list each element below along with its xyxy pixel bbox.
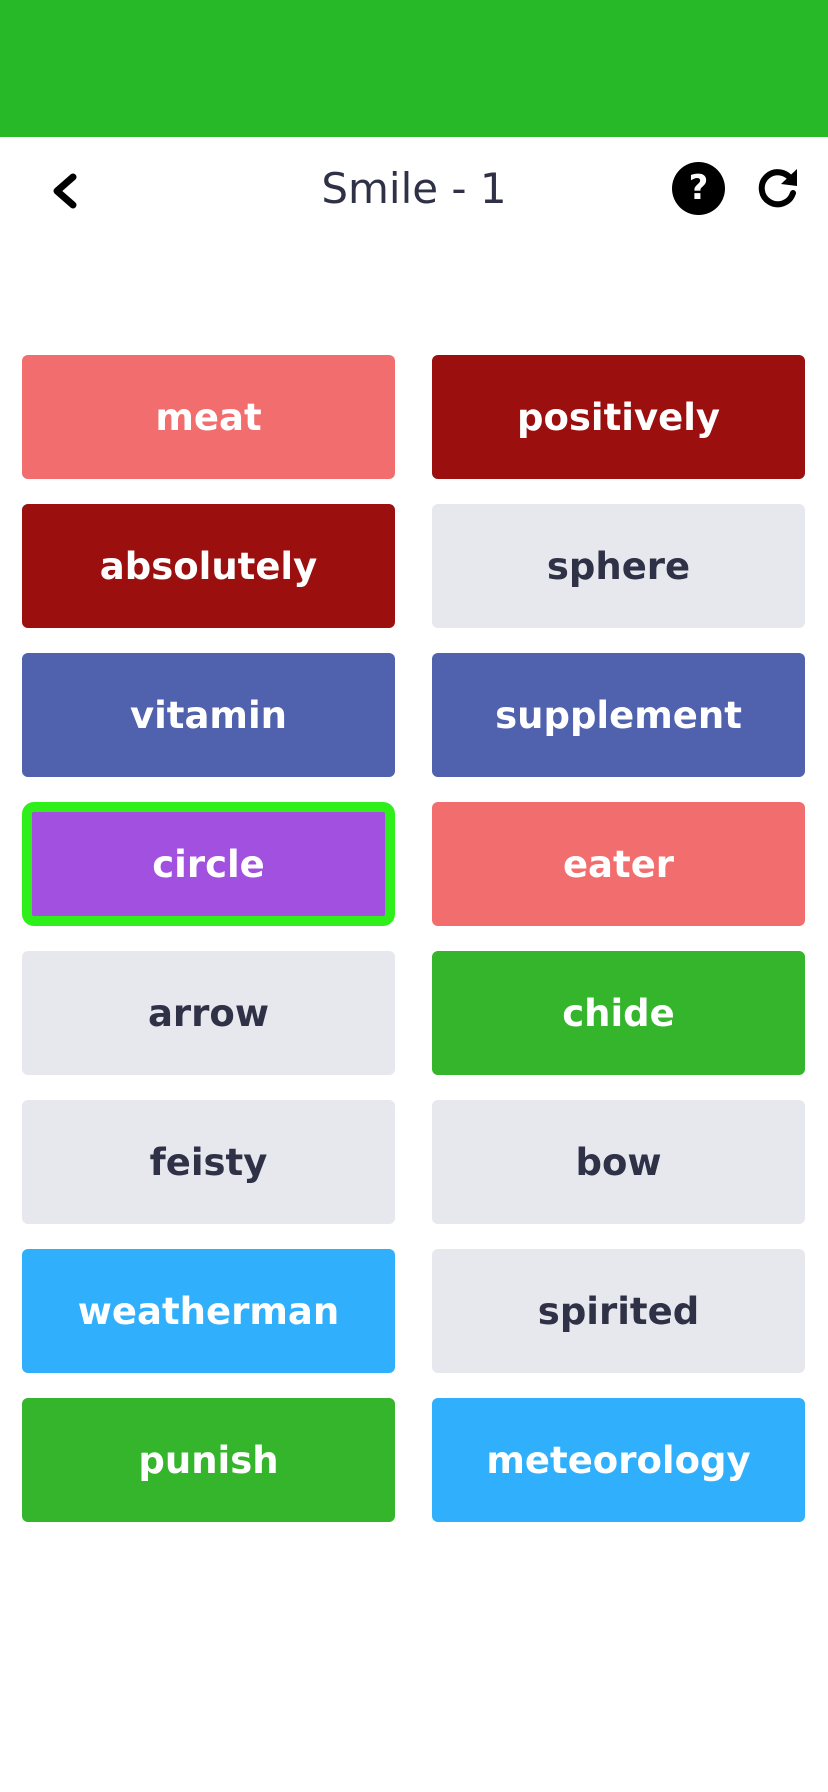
word-tile[interactable]: absolutely (22, 504, 395, 628)
top-status-band (0, 0, 828, 137)
word-tile[interactable]: spirited (432, 1249, 805, 1373)
header-bar: Smile - 1 ? (0, 137, 828, 237)
word-tile[interactable]: punish (22, 1398, 395, 1522)
word-tile[interactable]: eater (432, 802, 805, 926)
word-tile[interactable]: vitamin (22, 653, 395, 777)
back-button[interactable] (38, 165, 90, 217)
page-title: Smile - 1 (321, 164, 507, 213)
word-tile[interactable]: bow (432, 1100, 805, 1224)
word-tile[interactable]: arrow (22, 951, 395, 1075)
word-tile[interactable]: sphere (432, 504, 805, 628)
help-circle-icon: ? (688, 168, 709, 208)
refresh-icon (758, 169, 797, 208)
word-tile[interactable]: meteorology (432, 1398, 805, 1522)
word-tile[interactable]: positively (432, 355, 805, 479)
word-tile[interactable]: circle (22, 802, 395, 926)
refresh-button[interactable] (752, 162, 804, 214)
word-tile[interactable]: feisty (22, 1100, 395, 1224)
word-tile[interactable]: meat (22, 355, 395, 479)
word-tile[interactable]: supplement (432, 653, 805, 777)
word-grid: meat positively absolutely sphere vitamin sup… (22, 355, 806, 1522)
word-tile[interactable]: weatherman (22, 1249, 395, 1373)
chevron-left-icon (53, 173, 77, 209)
help-button[interactable]: ? (672, 162, 725, 215)
word-tile[interactable]: chide (432, 951, 805, 1075)
